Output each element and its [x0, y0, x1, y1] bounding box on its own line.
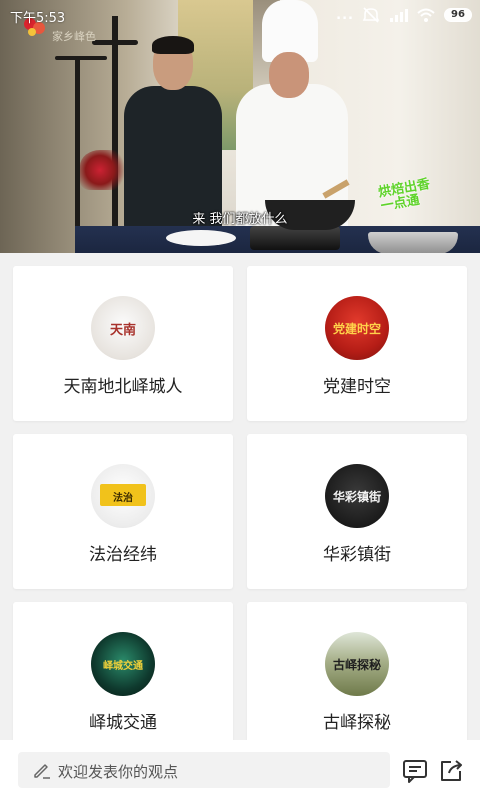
- channel-card[interactable]: 法治 法治经纬: [13, 434, 233, 589]
- video-player[interactable]: 烘焙出香 一点通 家乡峰色 来 我们都放什么 下午5:53 ... 96: [0, 0, 480, 253]
- channel-label: 峄城交通: [89, 713, 157, 733]
- channel-thumbnail-text: 天南: [109, 322, 136, 338]
- channel-card[interactable]: 峄城交通 峄城交通: [13, 602, 233, 757]
- comment-placeholder: 欢迎发表你的观点: [58, 763, 179, 781]
- battery-icon: 96: [444, 8, 472, 22]
- channel-watermark: 家乡峰色: [52, 30, 96, 43]
- video-subtitle: 来 我们都放什么: [192, 212, 288, 227]
- status-time: 下午5:53: [10, 11, 66, 26]
- channel-card[interactable]: 党建时空 党建时空: [247, 266, 467, 421]
- video-host-hair: [152, 36, 194, 54]
- channel-card[interactable]: 古峄探秘 古峄探秘: [247, 602, 467, 757]
- status-icons: ... 96: [336, 6, 472, 24]
- wifi-icon: [417, 8, 435, 22]
- mute-icon: [362, 7, 380, 23]
- video-pot: [368, 232, 458, 253]
- channel-thumbnail-text: 法治: [113, 492, 133, 504]
- video-rack-bar: [92, 40, 138, 45]
- channel-thumbnail: 古峄探秘: [325, 632, 389, 696]
- channel-thumbnail: 天南: [91, 296, 155, 360]
- channel-label: 华彩镇街: [323, 545, 391, 565]
- channel-thumbnail-text: 古峄探秘: [332, 657, 381, 672]
- video-rack: [112, 16, 118, 236]
- channel-thumbnail-text: 峄城交通: [103, 660, 143, 672]
- pencil-icon: [34, 764, 50, 779]
- channel-thumbnail: 峄城交通: [91, 632, 155, 696]
- video-plate: [166, 230, 236, 246]
- channel-grid: 天南 天南地北峄城人 党建时空 党建时空 法治 法治经纬 华彩镇街 华彩镇街 峄…: [0, 253, 480, 757]
- signal-icon: [390, 9, 408, 22]
- channel-thumbnail: 党建时空: [325, 296, 389, 360]
- video-flowers: [80, 150, 130, 190]
- channel-card[interactable]: 天南 天南地北峄城人: [13, 266, 233, 421]
- video-chef-head: [269, 52, 309, 98]
- comment-input[interactable]: 欢迎发表你的观点: [18, 752, 390, 788]
- video-rack-bar-2: [55, 56, 107, 60]
- share-icon[interactable]: [438, 758, 464, 784]
- more-dots-icon: ...: [336, 7, 354, 23]
- channel-thumbnail-text: 华彩镇街: [332, 489, 381, 504]
- status-bar: 下午5:53 ... 96: [0, 0, 480, 30]
- comment-icon[interactable]: [402, 758, 428, 784]
- channel-label: 古峄探秘: [323, 713, 391, 733]
- channel-label: 天南地北峄城人: [63, 377, 183, 397]
- channel-thumbnail-text: 党建时空: [332, 321, 381, 336]
- channel-card[interactable]: 华彩镇街 华彩镇街: [247, 434, 467, 589]
- bottom-bar: 欢迎发表你的观点: [0, 740, 480, 800]
- channel-label: 法治经纬: [89, 545, 157, 565]
- channel-label: 党建时空: [323, 377, 391, 397]
- channel-thumbnail: 法治: [91, 464, 155, 528]
- channel-thumbnail: 华彩镇街: [325, 464, 389, 528]
